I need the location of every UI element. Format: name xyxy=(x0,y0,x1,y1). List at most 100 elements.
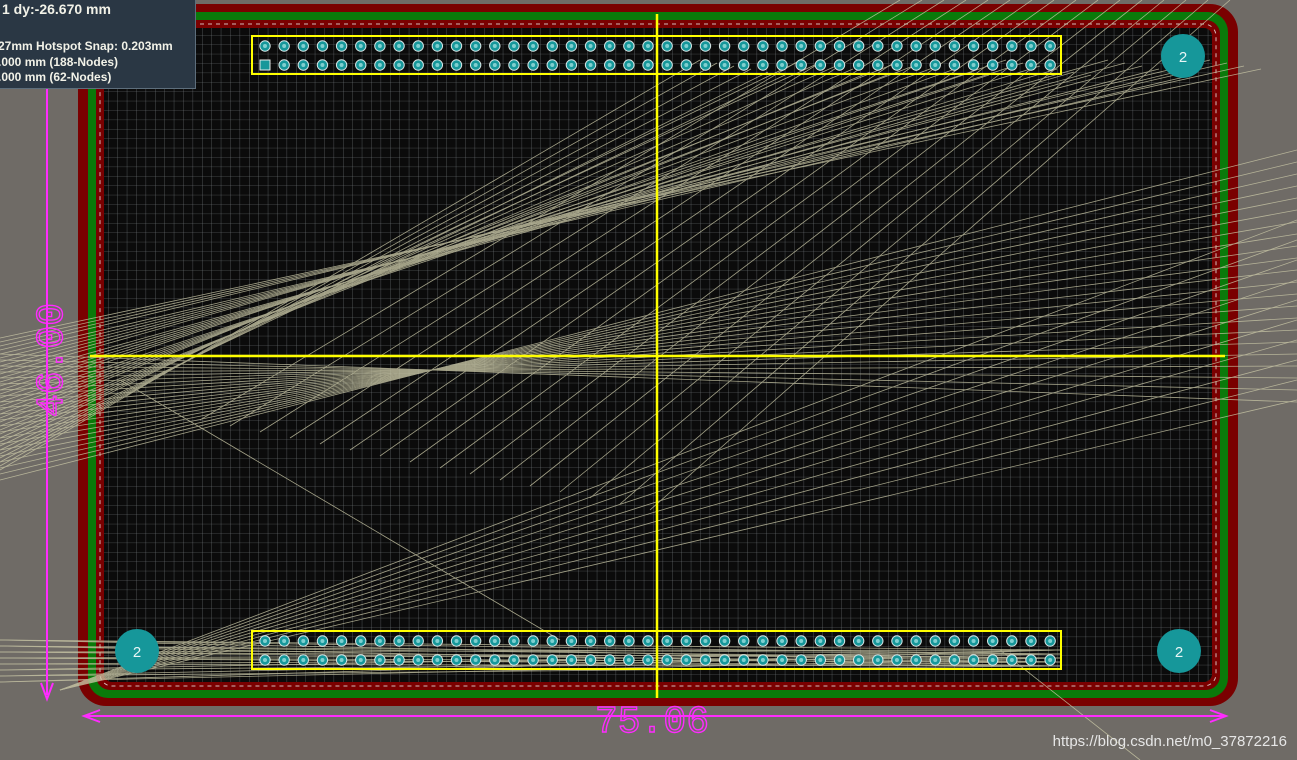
pin-drill xyxy=(531,658,536,662)
pin-drill xyxy=(990,658,995,662)
pin-drill xyxy=(818,658,823,662)
pin-drill xyxy=(933,639,938,643)
mounting-hole-top-right[interactable]: 2 xyxy=(1161,34,1205,78)
pin-drill xyxy=(301,658,306,662)
pin-drill xyxy=(760,63,765,67)
pin-drill xyxy=(837,639,842,643)
pin-drill xyxy=(569,63,574,67)
pin-drill xyxy=(531,63,536,67)
pin-drill xyxy=(722,658,727,662)
pin-drill xyxy=(358,639,363,643)
pin-drill xyxy=(990,44,995,48)
pin-drill xyxy=(588,639,593,643)
pin-drill xyxy=(722,639,727,643)
pin-drill xyxy=(492,639,497,643)
dimension-height-label: 46.00 xyxy=(31,303,74,417)
pin-drill xyxy=(703,44,708,48)
dimension-width-label: 75.06 xyxy=(595,701,709,744)
pin-drill xyxy=(358,63,363,67)
connector-pin-1[interactable] xyxy=(259,59,271,71)
pin-drill xyxy=(339,44,344,48)
pin-drill xyxy=(531,44,536,48)
pin-drill xyxy=(301,639,306,643)
pin-drill xyxy=(684,44,689,48)
coordinate-hud: 1 dy:-26.670 mm 27mm Hotspot Snap: 0.203… xyxy=(0,0,196,89)
pin-drill xyxy=(799,44,804,48)
pin-drill xyxy=(511,658,516,662)
pin-drill xyxy=(1029,44,1033,48)
pin-drill xyxy=(760,44,765,48)
pin-drill xyxy=(263,639,267,643)
pin-drill xyxy=(358,658,363,662)
pin-drill xyxy=(531,639,536,643)
pin-drill xyxy=(301,63,306,67)
pin-drill xyxy=(741,658,746,662)
pin-drill xyxy=(454,639,459,643)
pin-drill xyxy=(933,63,938,67)
hud-nodes-readout-2: .000 mm (62-Nodes) xyxy=(0,70,112,84)
pin-drill xyxy=(646,658,650,662)
pin-drill xyxy=(416,639,421,643)
pin-drill xyxy=(1048,44,1053,48)
mounting-hole-bottom-left[interactable]: 2 xyxy=(115,629,159,673)
pin-drill xyxy=(952,639,957,643)
pin-drill xyxy=(971,658,976,662)
pin-drill xyxy=(875,44,880,48)
pin-drill xyxy=(377,44,382,48)
pin-drill xyxy=(837,44,842,48)
pin-drill xyxy=(397,639,402,643)
pin-drill xyxy=(1048,658,1053,662)
pin-drill xyxy=(780,44,785,48)
pin-drill xyxy=(914,639,919,643)
pin-drill xyxy=(952,44,957,48)
pin-drill xyxy=(875,63,880,67)
pin-drill xyxy=(320,658,325,662)
pin-drill xyxy=(301,44,306,48)
pin-drill xyxy=(435,639,440,643)
pin-drill xyxy=(1009,639,1014,643)
pin-drill xyxy=(799,639,804,643)
pin-drill xyxy=(358,44,363,48)
pin-drill xyxy=(550,63,555,67)
pin-drill xyxy=(703,658,708,662)
pin-drill xyxy=(875,658,880,662)
pin-drill xyxy=(435,63,440,67)
pin-drill xyxy=(320,639,325,643)
pin-drill xyxy=(952,63,957,67)
pcb-canvas[interactable]: 2 2 2 2 46.00 75.06 xyxy=(0,0,1297,760)
pin-drill xyxy=(492,63,497,67)
pin-drill xyxy=(282,658,287,662)
pin-drill xyxy=(588,63,593,67)
pin-drill xyxy=(1009,44,1014,48)
pin-drill xyxy=(492,44,497,48)
pin-drill xyxy=(856,639,861,643)
pin-drill xyxy=(665,639,670,643)
pin-drill xyxy=(971,63,976,67)
pin-drill xyxy=(741,639,746,643)
dimension-height[interactable]: 46.00 xyxy=(30,21,75,702)
pin-drill xyxy=(607,658,612,662)
pin-drill xyxy=(894,658,899,662)
pin-drill xyxy=(952,658,957,662)
pin-drill xyxy=(837,63,842,67)
pin-drill xyxy=(588,44,593,48)
hud-delta-readout: 1 dy:-26.670 mm xyxy=(2,1,111,17)
pin-drill xyxy=(971,639,976,643)
pin-drill xyxy=(703,63,708,67)
pin-drill xyxy=(607,63,612,67)
pin-drill xyxy=(550,639,555,643)
pin-drill xyxy=(454,44,459,48)
pin-drill xyxy=(588,658,593,662)
pin-drill xyxy=(894,44,899,48)
pin-drill xyxy=(856,44,861,48)
pin-drill xyxy=(416,44,421,48)
pin-drill xyxy=(1009,63,1014,67)
pin-drill xyxy=(856,658,861,662)
mounting-hole-bottom-right[interactable]: 2 xyxy=(1157,629,1201,673)
pin-drill xyxy=(339,639,344,643)
pin-drill xyxy=(1048,639,1053,643)
pin-drill xyxy=(684,658,689,662)
pin-drill xyxy=(684,63,689,67)
pin-drill xyxy=(722,63,727,67)
pin-drill xyxy=(914,658,919,662)
